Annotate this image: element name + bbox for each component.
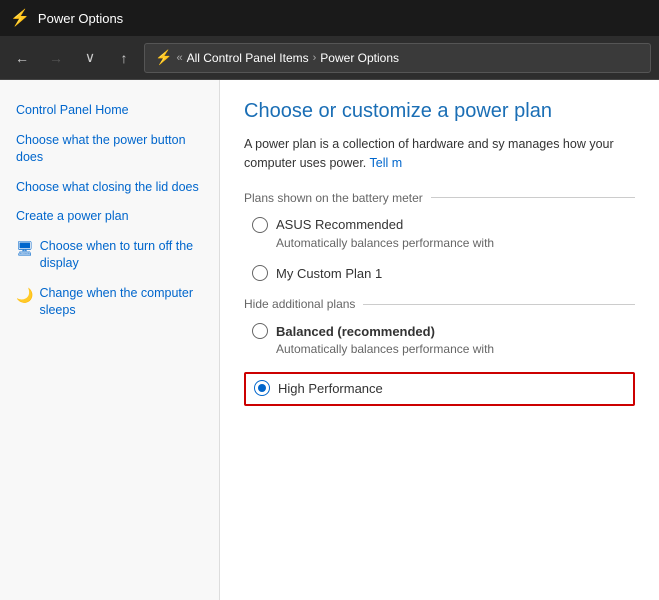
radio-asus-recommended[interactable] [252, 217, 268, 233]
sidebar-item-turn-off-display[interactable]: 🖥 Choose when to turn off the display [0, 232, 219, 279]
title-bar: ⚡ Power Options [0, 0, 659, 36]
address-bar: ← → ∨ ↑ ⚡ « All Control Panel Items › Po… [0, 36, 659, 80]
path-arrow: › [313, 52, 317, 64]
main-container: Control Panel Home Choose what the power… [0, 80, 659, 600]
additional-plans-label: Hide additional plans [244, 297, 635, 311]
path-item-1[interactable]: All Control Panel Items [187, 51, 309, 65]
display-icon: 🖥 [16, 239, 34, 259]
sidebar-item-closing-lid[interactable]: Choose what closing the lid does [0, 173, 219, 203]
sidebar-label-power-button: Choose what the power button does [16, 132, 203, 167]
content-title: Choose or customize a power plan [244, 100, 635, 123]
plan-name-high-perf: High Performance [278, 381, 383, 396]
tell-me-more-link[interactable]: Tell m [370, 156, 403, 170]
path-separator-1: « [176, 52, 182, 64]
sidebar-item-power-button[interactable]: Choose what the power button does [0, 126, 219, 173]
sidebar-label-closing-lid: Choose what closing the lid does [16, 179, 203, 197]
plan-my-custom: My Custom Plan 1 [244, 265, 635, 283]
sidebar-label-sleep: Change when the computer sleeps [39, 285, 203, 320]
sidebar-item-control-panel-home[interactable]: Control Panel Home [0, 96, 219, 126]
battery-plans-label: Plans shown on the battery meter [244, 191, 635, 205]
sidebar-label-turn-off-display: Choose when to turn off the display [40, 238, 203, 273]
plan-asus-recommended: ASUS Recommended Automatically balances … [244, 217, 635, 252]
moon-icon: 🌙 [16, 286, 33, 306]
plan-radio-row-high-perf[interactable]: High Performance [254, 380, 625, 396]
content-area: Choose or customize a power plan A power… [220, 80, 659, 600]
sidebar: Control Panel Home Choose what the power… [0, 80, 220, 600]
plan-balanced: Balanced (recommended) Automatically bal… [244, 323, 635, 358]
title-bar-title: Power Options [38, 11, 123, 26]
plan-name-asus: ASUS Recommended [276, 217, 403, 232]
plan-name-custom: My Custom Plan 1 [276, 266, 382, 281]
address-path: ⚡ « All Control Panel Items › Power Opti… [144, 43, 651, 73]
dropdown-button[interactable]: ∨ [76, 44, 104, 72]
plan-name-balanced: Balanced (recommended) [276, 324, 435, 339]
forward-button[interactable]: → [42, 44, 70, 72]
radio-my-custom[interactable] [252, 265, 268, 281]
plan-high-performance: High Performance [244, 372, 635, 406]
path-item-2: Power Options [320, 51, 399, 65]
sidebar-label-create-plan: Create a power plan [16, 208, 203, 226]
plan-radio-row-custom[interactable]: My Custom Plan 1 [252, 265, 635, 281]
plan-desc-asus: Automatically balances performance with [252, 235, 635, 252]
content-description: A power plan is a collection of hardware… [244, 135, 635, 173]
radio-high-performance[interactable] [254, 380, 270, 396]
back-button[interactable]: ← [8, 44, 36, 72]
sidebar-item-create-plan[interactable]: Create a power plan [0, 202, 219, 232]
sidebar-item-sleep[interactable]: 🌙 Change when the computer sleeps [0, 279, 219, 326]
plan-radio-row-balanced[interactable]: Balanced (recommended) [252, 323, 635, 339]
plan-desc-balanced: Automatically balances performance with [252, 341, 635, 358]
radio-balanced[interactable] [252, 323, 268, 339]
plan-radio-row-asus[interactable]: ASUS Recommended [252, 217, 635, 233]
up-button[interactable]: ↑ [110, 44, 138, 72]
description-text: A power plan is a collection of hardware… [244, 137, 614, 170]
title-bar-icon: ⚡ [10, 8, 30, 28]
sidebar-label-control-panel-home: Control Panel Home [16, 102, 203, 120]
